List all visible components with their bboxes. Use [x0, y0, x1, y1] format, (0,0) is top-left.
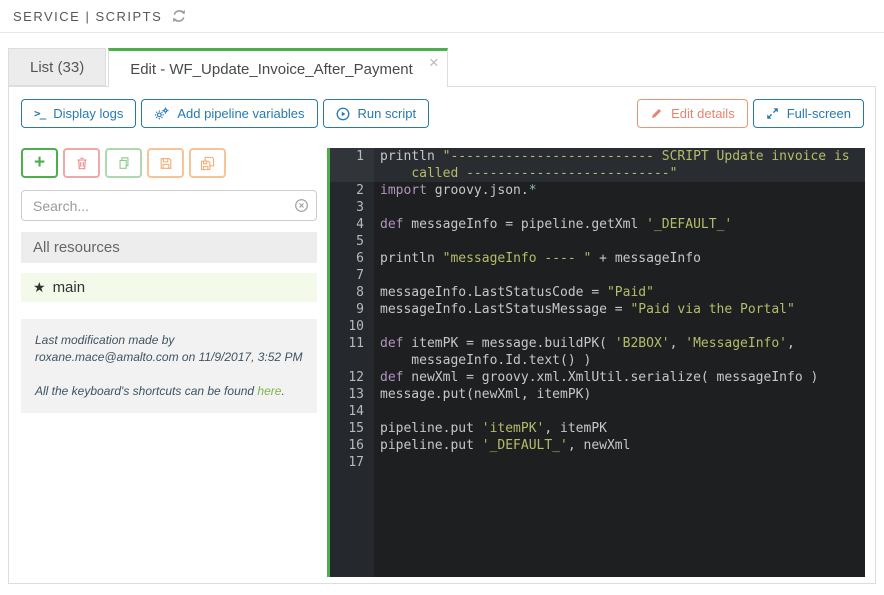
tab-content-panel: >_ Display logs Add pipeline variables R… — [8, 86, 876, 584]
line-number: 14 — [330, 403, 374, 420]
add-resource-button[interactable]: + — [21, 148, 58, 178]
line-number — [330, 352, 374, 369]
line-number: 15 — [330, 420, 374, 437]
tab-bar: List (33) Edit - WF_Update_Invoice_After… — [8, 47, 884, 87]
code-editor[interactable]: 1 println "-------------------------- SCR… — [327, 148, 865, 577]
copy-icon — [117, 156, 131, 171]
line-number: 3 — [330, 199, 374, 216]
code-line: 14 — [330, 403, 865, 420]
last-modification-text: Last modification made by roxane.mace@am… — [35, 333, 303, 365]
search-box — [21, 190, 317, 221]
code-line: 8 messageInfo.LastStatusCode = "Paid" — [330, 284, 865, 301]
run-script-button[interactable]: Run script — [322, 99, 430, 128]
line-number: 6 — [330, 250, 374, 267]
line-number: 5 — [330, 233, 374, 250]
line-number: 10 — [330, 318, 374, 335]
duplicate-resource-button[interactable] — [105, 148, 142, 178]
resource-sidebar: + Search... All resources ★ main Last mo… — [21, 148, 317, 577]
code-line: 13 message.put(newXml, itemPK) — [330, 386, 865, 403]
tab-list[interactable]: List (33) — [8, 48, 107, 86]
line-number: 12 — [330, 369, 374, 386]
edit-details-button[interactable]: Edit details — [637, 99, 748, 128]
display-logs-button[interactable]: >_ Display logs — [21, 99, 137, 128]
clear-search-icon[interactable] — [294, 198, 309, 213]
code-line: 16 pipeline.put '_DEFAULT_', newXml — [330, 437, 865, 454]
tab-list-label: List (33) — [30, 58, 85, 76]
line-number: 2 — [330, 182, 374, 199]
left-button-group: >_ Display logs Add pipeline variables R… — [21, 99, 430, 128]
code-line: 9 messageInfo.LastStatusMessage = "Paid v… — [330, 301, 865, 318]
code-line: 10 — [330, 318, 865, 335]
tab-edit-label: Edit - WF_Update_Invoice_After_Payment — [130, 60, 413, 78]
code-line: 3 — [330, 199, 865, 216]
line-number: 8 — [330, 284, 374, 301]
resource-item-label: main — [52, 279, 86, 296]
line-number: 16 — [330, 437, 374, 454]
line-number: 11 — [330, 335, 374, 352]
line-number: 4 — [330, 216, 374, 233]
refresh-icon[interactable] — [172, 9, 186, 23]
save-resource-button[interactable] — [147, 148, 184, 178]
pencil-icon — [650, 107, 663, 120]
line-number — [330, 165, 374, 182]
plus-icon: + — [33, 151, 46, 173]
code-line: 12 def newXml = groovy.xml.XmlUtil.serial… — [330, 369, 865, 386]
gutter — [330, 471, 374, 577]
shortcuts-link[interactable]: here — [257, 384, 281, 398]
code-line: 5 — [330, 233, 865, 250]
resource-item-main[interactable]: ★ main — [21, 273, 317, 302]
editor-empty-area — [330, 471, 865, 577]
close-icon[interactable]: × — [429, 54, 439, 71]
terminal-icon: >_ — [34, 107, 46, 120]
info-panel: Last modification made by roxane.mace@am… — [21, 319, 317, 414]
delete-resource-button[interactable] — [63, 148, 100, 178]
code-line: messageInfo.Id.text() ) — [330, 352, 865, 369]
action-toolbar: >_ Display logs Add pipeline variables R… — [9, 87, 875, 128]
line-number: 9 — [330, 301, 374, 318]
all-resources-header[interactable]: All resources — [21, 232, 317, 263]
save-all-icon — [200, 156, 215, 171]
save-all-button[interactable] — [189, 148, 226, 178]
gears-icon — [154, 106, 169, 121]
line-number: 1 — [330, 148, 374, 165]
right-button-group: Edit details Full-screen — [637, 99, 864, 128]
code-line: 4 def messageInfo = pipeline.getXml '_DEF… — [330, 216, 865, 233]
code-line: 2 import groovy.json.* — [330, 182, 865, 199]
code-line: called --------------------------" — [330, 165, 865, 182]
trash-icon — [75, 156, 89, 171]
line-number: 13 — [330, 386, 374, 403]
play-icon — [336, 107, 350, 121]
star-icon: ★ — [33, 279, 46, 295]
search-input[interactable] — [21, 190, 317, 221]
code-line: 11 def itemPK = message.buildPK( 'B2BOX',… — [330, 335, 865, 352]
code-line: 7 — [330, 267, 865, 284]
full-screen-button[interactable]: Full-screen — [752, 99, 864, 128]
breadcrumb: SERVICE | SCRIPTS — [0, 0, 884, 33]
breadcrumb-label: SERVICE | SCRIPTS — [13, 8, 163, 24]
save-icon — [159, 156, 173, 171]
expand-arrows-icon — [766, 107, 779, 120]
code-line: 1 println "-------------------------- SCR… — [330, 148, 865, 165]
code-line: 15 pipeline.put 'itemPK', itemPK — [330, 420, 865, 437]
shortcuts-text: All the keyboard's shortcuts can be foun… — [35, 383, 285, 398]
line-number: 7 — [330, 267, 374, 284]
resource-toolbar: + — [21, 148, 317, 178]
code-line: 6 println "messageInfo ---- " + messageIn… — [330, 250, 865, 267]
content-row: + Search... All resources ★ main Last mo… — [21, 148, 865, 577]
line-number: 17 — [330, 454, 374, 471]
code-line: 17 — [330, 454, 865, 471]
add-pipeline-variables-button[interactable]: Add pipeline variables — [141, 99, 318, 128]
tab-edit[interactable]: Edit - WF_Update_Invoice_After_Payment × — [108, 48, 448, 87]
